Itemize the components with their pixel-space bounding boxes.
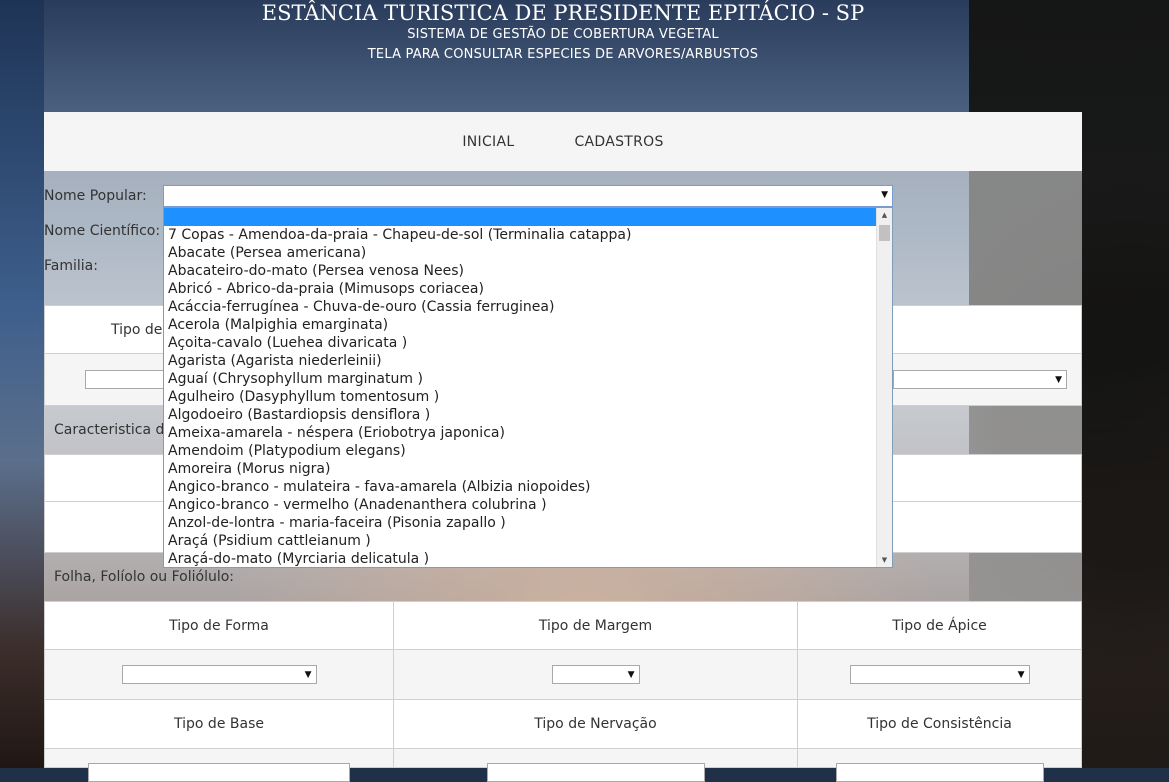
nome-popular-select[interactable]: ▼ xyxy=(163,185,893,207)
chevron-down-icon: ▼ xyxy=(881,190,888,200)
caracteristica-label: Caracteristica d xyxy=(54,422,165,438)
tipo-apice-cell: ▼ xyxy=(797,649,1082,700)
tipo-forma-select[interactable]: ▼ xyxy=(121,665,317,684)
left-background-strip xyxy=(0,0,44,768)
tipo-select-right[interactable]: ▼ xyxy=(893,370,1067,389)
nav-item-cadastros[interactable]: CADASTROS xyxy=(574,134,663,150)
tipo-nervacao-header: Tipo de Nervação xyxy=(393,699,798,749)
dropdown-option[interactable]: 7 Copas - Amendoa-da-praia - Chapeu-de-s… xyxy=(164,226,892,244)
tipo-margem-select[interactable]: ▼ xyxy=(551,665,640,684)
scroll-up-icon[interactable]: ▲ xyxy=(877,210,892,220)
tipo-consistencia-header: Tipo de Consistência xyxy=(797,699,1082,749)
scroll-down-icon[interactable]: ▼ xyxy=(877,555,892,565)
dropdown-option[interactable]: Amendoim (Platypodium elegans) xyxy=(164,442,892,460)
tipo-consistencia-select[interactable] xyxy=(835,763,1044,782)
chevron-down-icon: ▼ xyxy=(1055,375,1062,385)
scrollbar-thumb[interactable] xyxy=(879,225,890,241)
dropdown-option[interactable]: Angico-branco - mulateira - fava-amarela… xyxy=(164,478,892,496)
chevron-down-icon: ▼ xyxy=(304,670,312,680)
dropdown-option[interactable]: Abacateiro-do-mato (Persea venosa Nees) xyxy=(164,262,892,280)
tipo-forma-header: Tipo de Forma xyxy=(44,601,394,650)
dropdown-option[interactable]: Abricó - Abrico-da-praia (Mimusops coria… xyxy=(164,280,892,298)
tipo-apice-select[interactable]: ▼ xyxy=(849,665,1030,684)
dropdown-option[interactable]: Anzol-de-lontra - maria-faceira (Pisonia… xyxy=(164,514,892,532)
dropdown-option[interactable]: Agarista (Agarista niederleinii) xyxy=(164,352,892,370)
tipo-base-cell xyxy=(44,748,394,782)
nav-item-inicial[interactable]: INICIAL xyxy=(462,134,514,150)
main-nav: INICIAL CADASTROS xyxy=(44,112,1082,171)
tipo-consistencia-cell xyxy=(797,748,1082,782)
dropdown-option[interactable]: Agulheiro (Dasyphyllum tomentosum ) xyxy=(164,388,892,406)
tipo-forma-label: Tipo de Forma xyxy=(169,617,269,634)
chevron-down-icon: ▼ xyxy=(1017,670,1025,680)
nome-popular-label: Nome Popular: xyxy=(44,188,147,204)
dropdown-option[interactable]: Açoita-cavalo (Luehea divaricata ) xyxy=(164,334,892,352)
nome-popular-dropdown-list[interactable]: 7 Copas - Amendoa-da-praia - Chapeu-de-s… xyxy=(163,207,893,568)
tipo-consistencia-label: Tipo de Consistência xyxy=(867,716,1012,732)
tipo-select-left[interactable] xyxy=(85,370,175,389)
familia-label: Familia: xyxy=(44,258,98,274)
tipo-label: Tipo de xyxy=(111,321,163,338)
dropdown-options: 7 Copas - Amendoa-da-praia - Chapeu-de-s… xyxy=(164,226,892,567)
tipo-nervacao-label: Tipo de Nervação xyxy=(534,716,657,732)
dropdown-option-empty-selected[interactable] xyxy=(164,208,876,226)
dropdown-option[interactable]: Amoreira (Morus nigra) xyxy=(164,460,892,478)
system-subtitle: SISTEMA DE GESTÃO DE COBERTURA VEGETAL xyxy=(407,27,719,42)
dropdown-option[interactable]: Abacate (Persea americana) xyxy=(164,244,892,262)
tipo-apice-header: Tipo de Ápice xyxy=(797,601,1082,650)
tipo-forma-cell: ▼ xyxy=(44,649,394,700)
dropdown-option[interactable]: Algodoeiro (Bastardiopsis densiflora ) xyxy=(164,406,892,424)
dropdown-option[interactable]: Aguaí (Chrysophyllum marginatum ) xyxy=(164,370,892,388)
tipo-nervacao-cell xyxy=(393,748,798,782)
chevron-down-icon: ▼ xyxy=(627,670,635,680)
page-title: ESTÂNCIA TURISTICA DE PRESIDENTE EPITÁCI… xyxy=(261,1,865,25)
dropdown-option[interactable]: Acáccia-ferrugínea - Chuva-de-ouro (Cass… xyxy=(164,298,892,316)
nome-cientifico-label: Nome Científico: xyxy=(44,223,161,239)
screen-subtitle: TELA PARA CONSULTAR ESPECIES DE ARVORES/… xyxy=(367,47,759,62)
dropdown-scrollbar[interactable]: ▲ ▼ xyxy=(876,208,892,567)
tipo-apice-label: Tipo de Ápice xyxy=(892,617,987,634)
tipo-margem-cell: ▼ xyxy=(393,649,798,700)
page-header: ESTÂNCIA TURISTICA DE PRESIDENTE EPITÁCI… xyxy=(44,0,1082,112)
tipo-margem-label: Tipo de Margem xyxy=(538,617,653,634)
tipo-margem-header: Tipo de Margem xyxy=(393,601,798,650)
dropdown-option[interactable]: Araçá-do-mato (Myrciaria delicatula ) xyxy=(164,550,892,567)
dropdown-option[interactable]: Ameixa-amarela - néspera (Eriobotrya jap… xyxy=(164,424,892,442)
folha-section-label: Folha, Folíolo ou Foliólulo: xyxy=(54,569,235,585)
tipo-base-select[interactable] xyxy=(88,763,350,782)
dropdown-option[interactable]: Angico-branco - vermelho (Anadenanthera … xyxy=(164,496,892,514)
tipo-base-header: Tipo de Base xyxy=(44,699,394,749)
tipo-base-label: Tipo de Base xyxy=(174,716,264,732)
tipo-nervacao-select[interactable] xyxy=(486,763,705,782)
dropdown-option[interactable]: Acerola (Malpighia emarginata) xyxy=(164,316,892,334)
dropdown-option[interactable]: Araçá (Psidium cattleianum ) xyxy=(164,532,892,550)
